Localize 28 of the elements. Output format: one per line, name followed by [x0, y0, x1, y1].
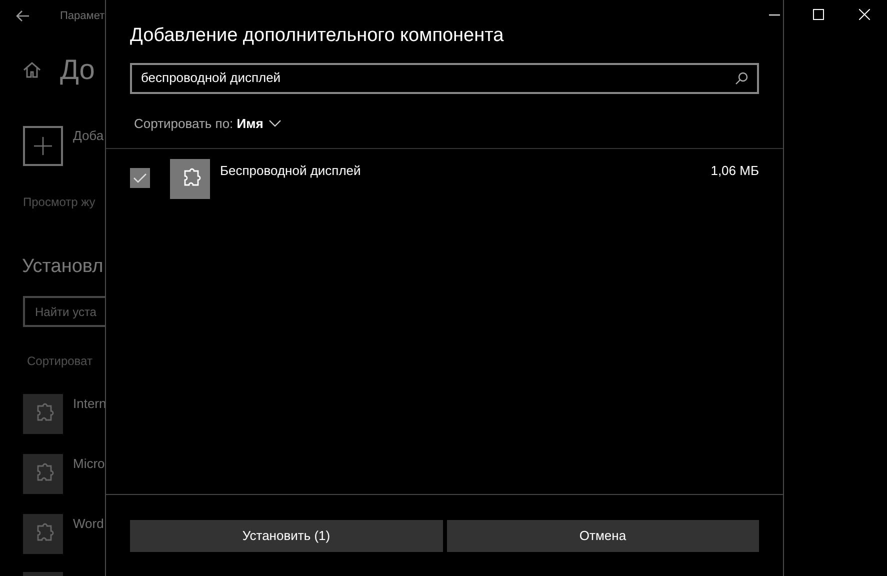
- home-icon[interactable]: [22, 60, 42, 80]
- component-name[interactable]: Intern: [73, 394, 106, 434]
- install-button[interactable]: Установить (1): [130, 520, 442, 552]
- component-name[interactable]: Word: [73, 514, 104, 554]
- close-icon[interactable]: [859, 9, 870, 20]
- window-title: Парамет: [60, 8, 105, 24]
- chevron-down-icon: [269, 120, 282, 127]
- dialog-title: Добавление дополнительного компонента: [130, 24, 505, 48]
- minimize-icon[interactable]: [769, 14, 780, 16]
- search-value: беспроводной дисплей: [141, 69, 281, 88]
- add-button[interactable]: [23, 126, 63, 166]
- section-heading: Установл: [22, 255, 104, 279]
- component-name[interactable]: Micro: [73, 454, 105, 494]
- maximize-icon[interactable]: [813, 9, 824, 20]
- search-icon[interactable]: [735, 72, 748, 84]
- back-arrow-icon[interactable]: [16, 10, 30, 22]
- checkbox[interactable]: [130, 168, 150, 188]
- check-icon: [133, 173, 147, 183]
- search-field[interactable]: беспроводной дисплей: [130, 62, 759, 94]
- plus-icon: [34, 137, 52, 155]
- page-heading: До: [60, 56, 95, 84]
- sort-dropdown[interactable]: Сортировать по: Имя: [134, 114, 282, 133]
- history-link[interactable]: Просмотр жу: [23, 193, 96, 211]
- component-name: Беспроводной дисплей: [220, 162, 362, 180]
- add-label[interactable]: Доба: [73, 126, 104, 166]
- sort-label[interactable]: Сортироват: [27, 352, 92, 370]
- cancel-button[interactable]: Отмена: [446, 520, 759, 552]
- component-size: 1,06 МБ: [710, 162, 759, 180]
